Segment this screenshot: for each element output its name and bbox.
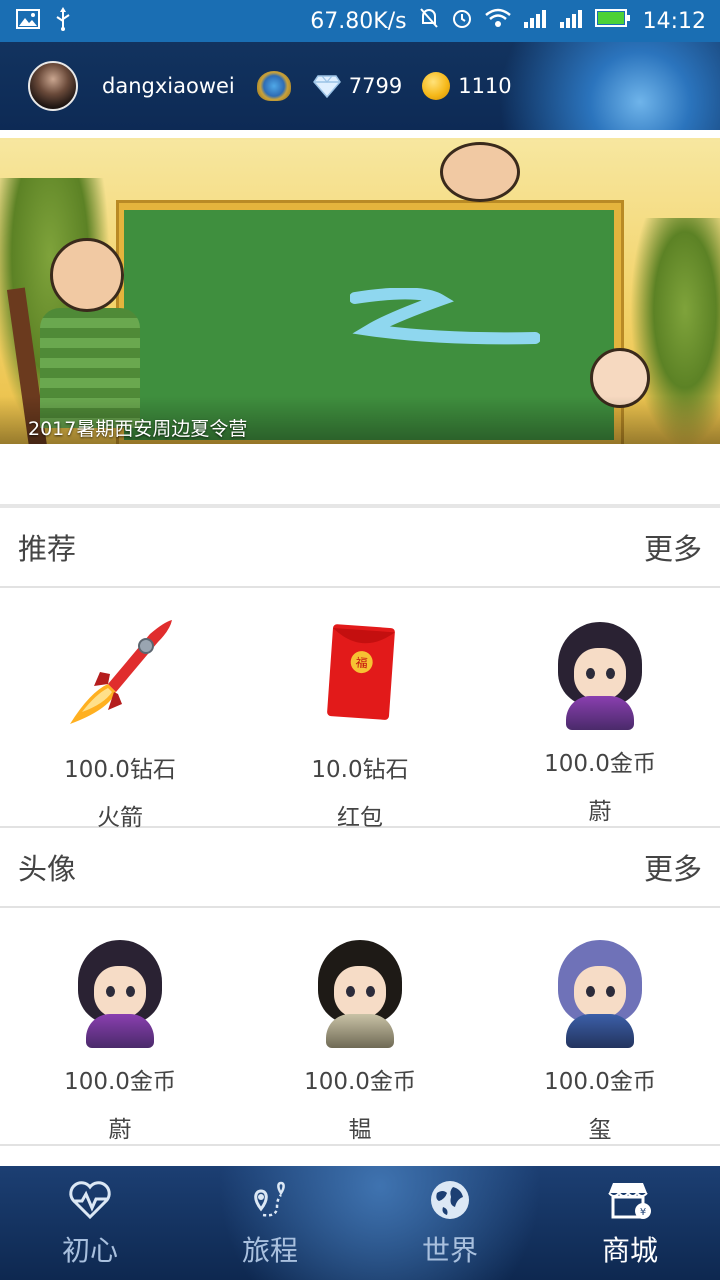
more-link[interactable]: 更多 (644, 846, 702, 888)
diamond-icon (312, 75, 341, 98)
nav-label: 旅程 (241, 1234, 298, 1267)
mute-icon (419, 7, 439, 35)
wifi-icon (484, 8, 511, 34)
avatar-wei-icon (540, 612, 660, 730)
product-item[interactable]: 100.0金币 韫 (240, 930, 480, 1144)
svg-text:福: 福 (355, 655, 368, 671)
item-name: 蔚 (108, 1117, 132, 1143)
section-title: 头像 (18, 852, 77, 886)
section-header-recommend: 推荐 更多 (0, 508, 720, 588)
nav-item-chuxin[interactable]: 初心 (0, 1166, 180, 1280)
nav-item-lvcheng[interactable]: 旅程 (180, 1166, 360, 1280)
item-price: 100.0金币 (544, 1069, 656, 1095)
item-name: 韫 (348, 1117, 372, 1143)
coin-count: 1110 (458, 74, 512, 98)
nav-label: 初心 (61, 1234, 118, 1267)
product-grid-avatars: 100.0金币 蔚 100.0金币 韫 100.0金币 玺 (0, 910, 720, 1146)
section-title: 推荐 (18, 532, 77, 566)
avatar-xi-icon (540, 930, 660, 1048)
item-price: 100.0钻石 (64, 757, 176, 783)
username: dangxiaowei (102, 74, 235, 98)
product-item[interactable]: 100.0钻石 火箭 (0, 612, 240, 831)
coin-icon (422, 72, 451, 100)
diamond-count: 7799 (348, 74, 403, 98)
section-header-avatars: 头像 更多 (0, 828, 720, 908)
avatar-wei-icon (60, 930, 180, 1048)
clock: 14:12 (642, 8, 706, 34)
item-name: 红包 (337, 805, 383, 831)
alarm-icon (451, 7, 473, 35)
network-speed: 67.80K/s (310, 8, 407, 34)
item-price: 100.0金币 (64, 1069, 176, 1095)
usb-icon (54, 7, 72, 35)
bottom-nav: 初心 旅程 世界 ¥ 商城 (0, 1166, 720, 1280)
product-item[interactable]: 100.0金币 蔚 (480, 612, 720, 826)
battery-icon (594, 8, 631, 34)
item-price: 100.0金币 (304, 1069, 416, 1095)
nav-label: 商城 (601, 1234, 658, 1267)
brush-stroke-illustration (350, 288, 540, 345)
spacer (0, 444, 720, 506)
banner-caption: 2017暑期西安周边夏令营 (28, 418, 248, 440)
item-name: 玺 (588, 1117, 612, 1143)
user-header: dangxiaowei 7799 1110 (0, 42, 720, 130)
red-envelope-icon: 福 (300, 612, 420, 732)
avatar-yun-icon (300, 930, 420, 1048)
child-face-illustration (440, 142, 520, 202)
item-name: 火箭 (97, 805, 143, 831)
avatar[interactable] (28, 61, 78, 111)
nav-label: 世界 (421, 1234, 478, 1267)
rocket-icon (60, 612, 180, 732)
item-name: 蔚 (588, 799, 612, 825)
more-link[interactable]: 更多 (644, 526, 702, 568)
level-badge-icon (256, 71, 291, 101)
product-item[interactable]: 福 10.0钻石 红包 (240, 612, 480, 831)
image-icon (16, 9, 40, 33)
nav-item-shangcheng[interactable]: ¥ 商城 (540, 1166, 720, 1280)
route-icon (254, 1181, 285, 1217)
nav-item-shijie[interactable]: 世界 (360, 1166, 540, 1280)
heartbeat-icon (69, 1181, 111, 1220)
product-grid-recommend: 100.0钻石 火箭 福 10.0钻石 红包 100.0金币 蔚 (0, 590, 720, 831)
status-bar: 67.80K/s 14:12 (0, 0, 720, 42)
item-price: 10.0钻石 (311, 757, 409, 783)
shop-icon: ¥ (608, 1183, 651, 1219)
product-item[interactable]: 100.0金币 玺 (480, 930, 720, 1144)
product-item[interactable]: 100.0金币 蔚 (0, 930, 240, 1144)
item-price: 100.0金币 (544, 751, 656, 777)
svg-text:¥: ¥ (640, 1207, 646, 1218)
globe-icon (431, 1181, 469, 1219)
signal-icon (559, 8, 583, 34)
signal-icon (523, 8, 547, 34)
child-face-illustration (50, 238, 124, 312)
